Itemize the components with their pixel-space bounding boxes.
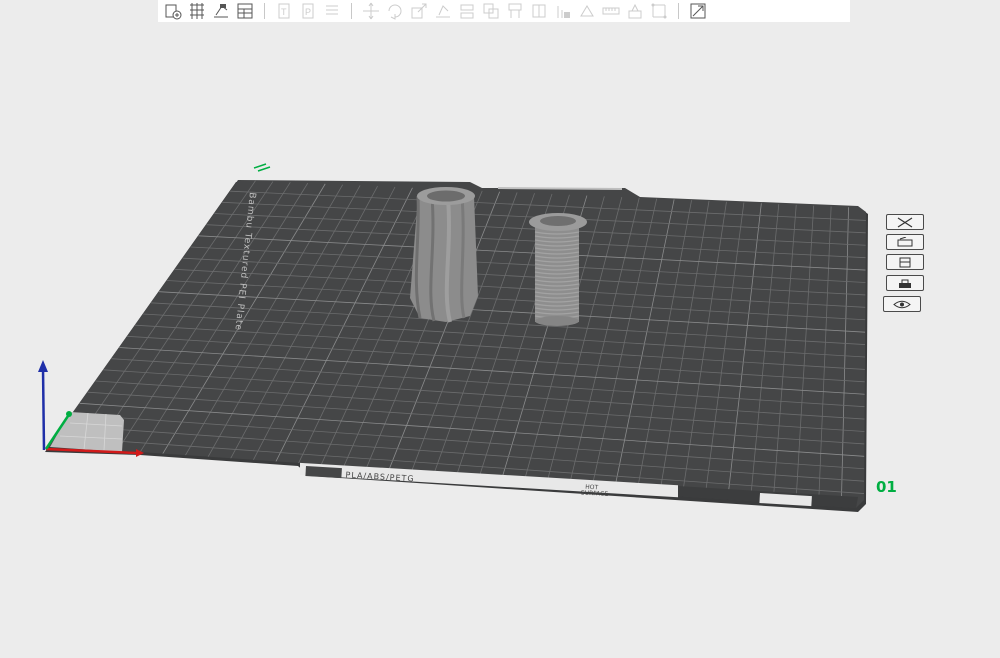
lock-plate-button[interactable]: [886, 275, 924, 291]
z-axis: [41, 367, 46, 451]
excluded-area: [50, 412, 124, 452]
model-twisted-cylinder[interactable]: [410, 187, 478, 323]
3d-viewport[interactable]: Bambu Textured PEI Plate PLA/ABS/PETG HO…: [0, 0, 1000, 658]
arrange-plate-icon: [897, 236, 913, 246]
orient-plate-button[interactable]: [886, 254, 924, 270]
delete-plate-button[interactable]: [886, 214, 924, 230]
plate-origin-marker: [253, 163, 271, 172]
delete-plate-icon: [897, 216, 913, 228]
plate-settings-eye-button[interactable]: [883, 296, 921, 312]
arrange-plate-button[interactable]: [886, 234, 924, 250]
hot-surface-text-2: SURFACE: [581, 489, 609, 498]
plate-settings-eye-icon: [893, 300, 911, 308]
model-threaded-cylinder[interactable]: [529, 213, 587, 326]
plate-number[interactable]: 01: [876, 478, 897, 496]
lock-plate-icon: [899, 279, 911, 288]
orient-plate-icon: [899, 257, 911, 267]
